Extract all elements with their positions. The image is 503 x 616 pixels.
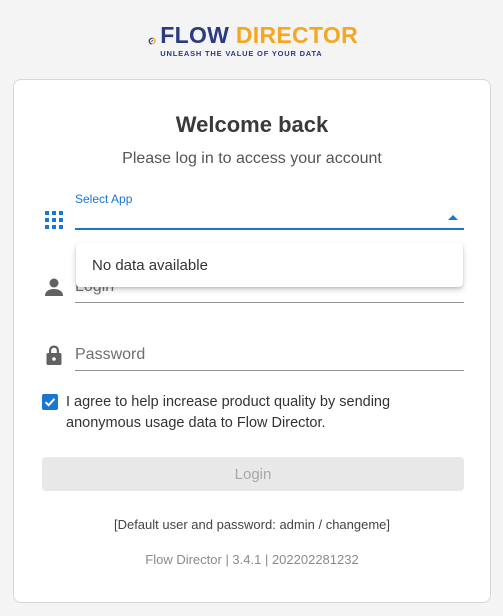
brand-tagline: UNLEASH THE VALUE OF YOUR DATA [160,49,323,59]
login-card: Welcome back Please log in to access you… [13,79,491,603]
dropdown-empty-message: No data available [92,257,208,274]
login-button[interactable]: Login [42,457,464,491]
person-icon [45,278,63,296]
consent-label: I agree to help increase product quality… [66,394,391,431]
select-app-dropdown: No data available [76,243,463,287]
flow-director-logo-icon [148,37,156,45]
brand-logo: FLOW DIRECTOR UNLEASH THE VALUE OF YOUR … [148,16,358,66]
brand-name: FLOW DIRECTOR [160,24,358,47]
page-title: Welcome back [175,112,329,137]
password-input[interactable] [75,339,464,371]
consent-checkbox[interactable] [42,394,58,410]
select-app-underline [75,228,464,230]
version-info: Flow Director | 3.4.1 | 202202281232 [145,552,359,567]
page-subtitle: Please log in to access your account [122,150,382,167]
lock-icon [46,345,62,365]
brand-name-director: DIRECTOR [229,22,358,49]
default-credentials-hint: [Default user and password: admin / chan… [113,517,391,532]
apps-grid-icon [45,211,63,229]
checkmark-icon [44,398,56,407]
caret-up-icon[interactable] [448,215,458,220]
brand-name-flow: FLOW [160,22,230,49]
select-app-label: Select App [75,192,133,206]
password-field[interactable] [75,339,464,372]
select-app-field[interactable]: Select App [75,192,464,232]
